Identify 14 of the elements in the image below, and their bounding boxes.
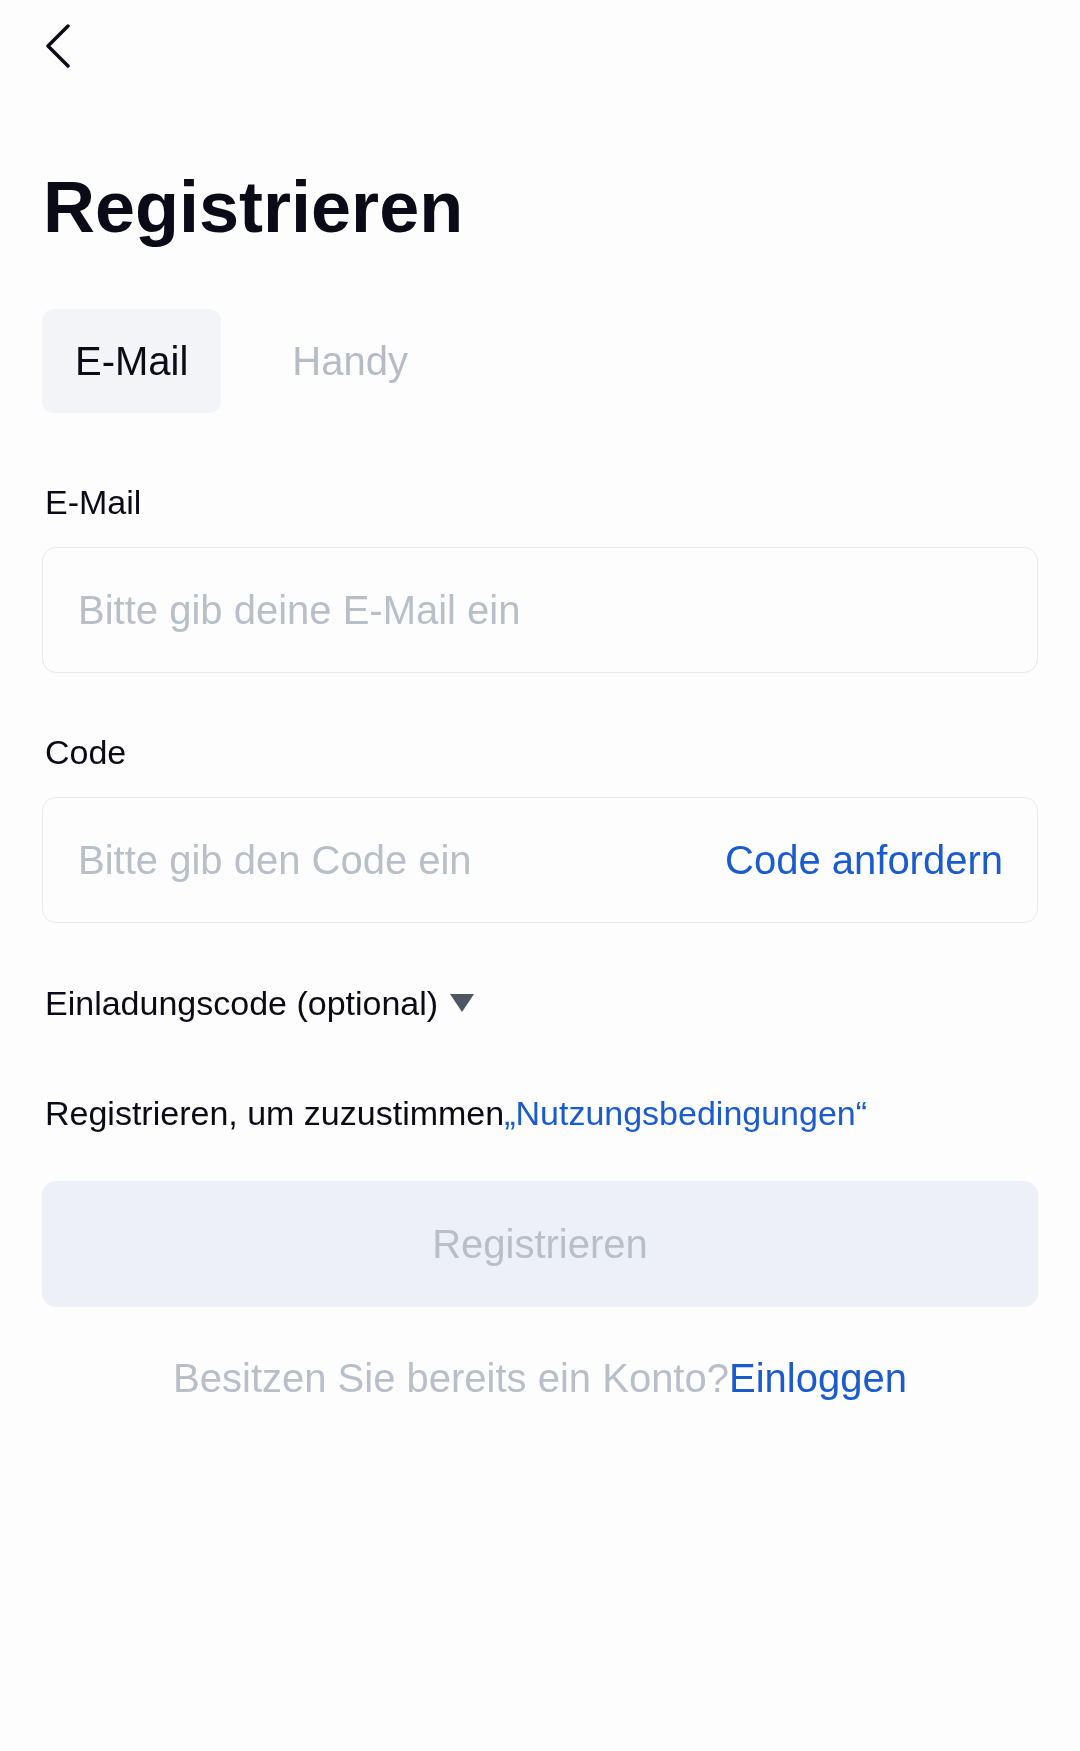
back-icon[interactable] — [45, 24, 71, 68]
request-code-button[interactable]: Code anfordern — [725, 830, 1003, 890]
caret-down-icon[interactable] — [450, 994, 475, 1012]
invite-code-toggle[interactable]: Einladungscode (optional) — [45, 981, 439, 1025]
page-title: Registrieren — [43, 166, 464, 249]
login-link[interactable]: Einloggen — [729, 1356, 907, 1400]
code-field[interactable]: Bitte gib den Code ein Code anfordern — [42, 797, 1038, 923]
tab[interactable]: E-Mail — [42, 309, 222, 413]
email-field[interactable]: Bitte gib deine E-Mail ein — [42, 547, 1038, 673]
terms-link[interactable]: „Nutzungsbedingungen“ — [504, 1094, 868, 1132]
field-label: Code — [45, 732, 127, 773]
field-label: E-Mail — [45, 482, 142, 523]
login-prompt: Besitzen Sie bereits ein Konto?Einloggen — [173, 1355, 907, 1402]
terms-text: Registrieren, um zuzustimmen„Nutzungsbedingungen“ — [45, 1093, 868, 1134]
